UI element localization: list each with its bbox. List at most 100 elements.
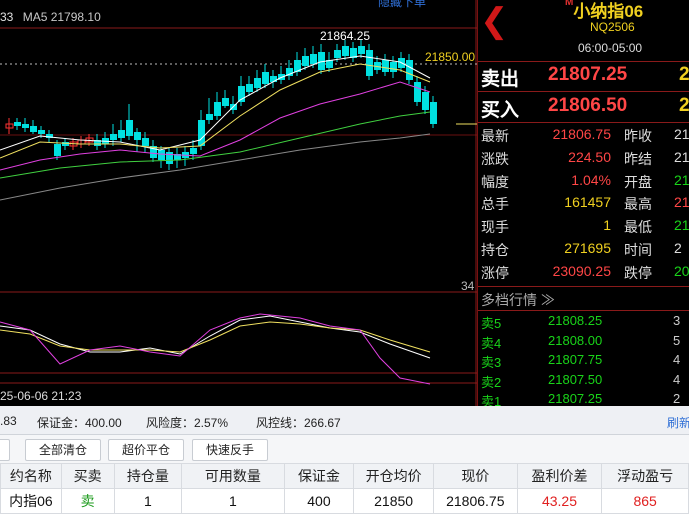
stat-label-right: 昨收: [624, 128, 652, 144]
depth-side: 卖2: [481, 374, 502, 390]
refresh-button[interactable]: 刷新: [667, 414, 689, 431]
positions-table: 约名称 买卖 持仓量 可用数量 保证金 开仓均价 现价 盈利价差 浮动盈亏 内指…: [0, 463, 689, 514]
action-button-partial[interactable]: [0, 439, 10, 461]
stat-label-right: 最高: [624, 196, 652, 213]
candle-body: [206, 114, 213, 120]
col-available[interactable]: 可用数量: [181, 463, 285, 489]
buy-label: 买入: [481, 100, 520, 121]
stat-value-right: 21: [674, 217, 689, 234]
sell-label: 卖出: [481, 69, 520, 90]
candle-body: [254, 78, 261, 88]
stat-value: 271695: [564, 240, 611, 256]
candle-body: [406, 60, 413, 80]
table-row[interactable]: 内指06 卖 1 1 400 21850 21806.75 43.25 865: [0, 488, 689, 514]
col-current-price[interactable]: 现价: [432, 463, 518, 489]
cell-current-price: 21806.75: [432, 488, 518, 514]
col-position[interactable]: 持仓量: [113, 463, 183, 489]
balance-text: .83: [0, 414, 17, 428]
margin-text: 保证金：400.00: [37, 416, 122, 430]
candle-body: [302, 56, 309, 66]
sell-volume: 2: [679, 64, 689, 85]
col-side[interactable]: 买卖: [60, 463, 115, 489]
candle-body: [38, 130, 45, 134]
depth-price: 21808.25: [548, 313, 603, 328]
candle-body: [222, 98, 229, 106]
kline-chart[interactable]: 21864.25 21850.00 33 MA5 21798.10 隐藏下单 25…: [0, 0, 477, 406]
depth-volume: 4: [673, 371, 681, 387]
col-floating-pnl[interactable]: 浮动盈亏: [601, 463, 689, 489]
depth-side: 卖5: [481, 316, 502, 331]
candle-body: [22, 124, 29, 128]
back-arrow-icon[interactable]: ❮: [480, 4, 509, 38]
stat-value-right: 21: [674, 148, 689, 165]
stat-label: 涨跌: [481, 150, 509, 167]
depth-row[interactable]: 卖5 21808.25 3: [478, 313, 689, 332]
candle-body: [422, 92, 429, 110]
ma-legend-item-0: 33: [0, 10, 14, 24]
depth-row[interactable]: 卖2 21807.50 4: [478, 372, 689, 391]
table-header-row: 约名称 买卖 持仓量 可用数量 保证金 开仓均价 现价 盈利价差 浮动盈亏: [0, 463, 689, 489]
depth-title[interactable]: 多档行情 ≫: [481, 290, 555, 310]
sell-quote-row[interactable]: 卖出 21807.25 2: [478, 61, 689, 91]
depth-price: 21807.50: [548, 371, 603, 387]
cell-open-avg: 21850: [353, 488, 434, 514]
candle-body: [334, 50, 341, 58]
candle-body: [14, 122, 21, 126]
candle-body: [126, 120, 133, 136]
col-profit-diff[interactable]: 盈利价差: [516, 463, 603, 489]
stat-label-right: 跌停: [624, 264, 652, 281]
stat-label-right: 昨结: [624, 150, 652, 167]
stat-label-right: 开盘: [624, 173, 652, 190]
divider: [478, 122, 689, 123]
risk-line-text: 风控线：266.67: [256, 416, 341, 430]
candle-body: [134, 132, 141, 140]
candle-body: [246, 84, 253, 92]
contract-name: 小纳指06: [573, 2, 644, 21]
candle-body: [30, 126, 37, 132]
contract-title: M小纳指06: [565, 0, 643, 22]
hide-order-button[interactable]: 隐藏下单: [378, 0, 426, 10]
divider: [478, 286, 689, 287]
cell-available: 1: [181, 488, 285, 514]
cell-side: 卖: [60, 488, 115, 514]
stat-value-right: 2: [674, 240, 682, 256]
stat-label-right: 时间: [624, 242, 652, 258]
quick-reverse-button[interactable]: 快速反手: [192, 439, 268, 461]
quote-panel: ❮ M小纳指06 NQ2506 06:00-05:00 卖出 21807.25 …: [477, 0, 689, 409]
stat-value: 224.50: [568, 148, 611, 165]
candle-body: [382, 60, 389, 72]
close-all-button[interactable]: 全部清仓: [25, 439, 101, 461]
action-bar: 全部清仓 超价平仓 快速反手: [0, 435, 689, 463]
stat-label: 持仓: [481, 242, 509, 258]
buy-quote-row[interactable]: 买入 21806.50 2: [478, 92, 689, 122]
candle-body: [414, 82, 421, 102]
col-open-avg[interactable]: 开仓均价: [353, 463, 434, 489]
stat-label: 总手: [481, 196, 509, 213]
depth-row[interactable]: 卖3 21807.75 4: [478, 352, 689, 371]
col-contract-name[interactable]: 约名称: [0, 463, 62, 489]
depth-price: 21807.25: [548, 391, 603, 406]
candle-body: [430, 102, 437, 124]
col-margin[interactable]: 保证金: [283, 463, 355, 489]
stat-value: 1.04%: [571, 171, 611, 188]
candle-body: [262, 72, 269, 84]
candle-body: [390, 62, 397, 72]
ma-legend-item-1: MA5 21798.10: [22, 10, 101, 24]
stat-label: 最新: [481, 128, 509, 144]
cell-floating-pnl: 865: [601, 488, 689, 514]
depth-volume: 4: [673, 352, 681, 367]
cell-margin: 400: [283, 488, 355, 514]
super-price-close-button[interactable]: 超价平仓: [108, 439, 184, 461]
kline-chart-canvas[interactable]: 21864.25 21850.00: [0, 0, 477, 406]
candle-body: [166, 152, 173, 164]
high-price-label: 21864.25: [320, 29, 370, 43]
depth-side: 卖4: [481, 335, 502, 351]
depth-row[interactable]: 卖4 21808.00 5: [478, 333, 689, 352]
candle-body: [62, 142, 69, 146]
candle-body: [158, 150, 165, 160]
depth-volume: 5: [673, 332, 681, 348]
trade-area: .83 保证金：400.00 风险度：2.57% 风控线：266.67 刷新 全…: [0, 406, 689, 517]
depth-side: 卖3: [481, 355, 502, 370]
candle-body: [198, 120, 205, 146]
depth-price: 21807.75: [548, 352, 603, 367]
